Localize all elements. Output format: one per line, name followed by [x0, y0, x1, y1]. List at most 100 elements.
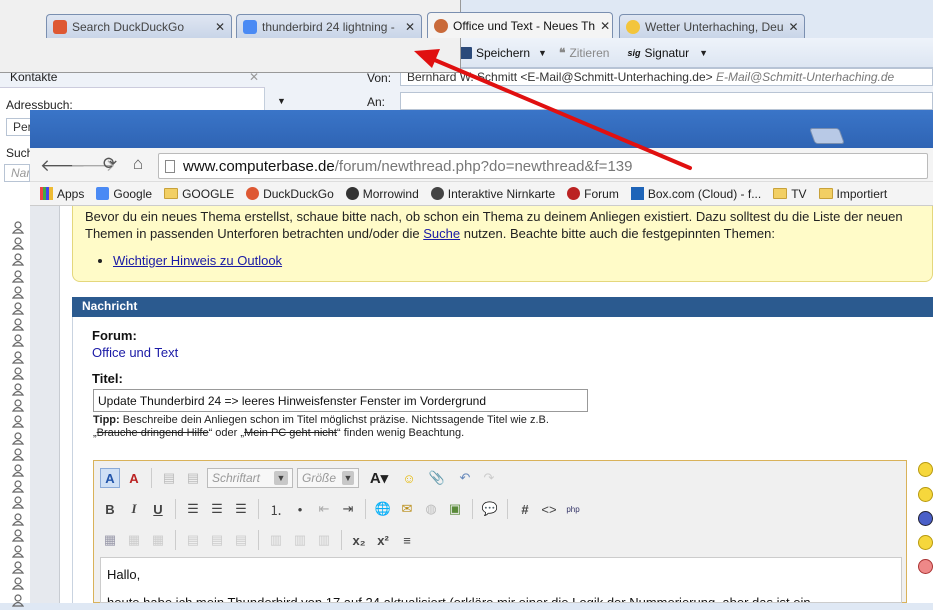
superscript-icon[interactable]: x² — [373, 530, 393, 550]
bookmark-morrowind[interactable]: Morrowind — [345, 187, 419, 201]
contact-person-icon[interactable] — [11, 399, 25, 412]
italic-icon[interactable]: I — [124, 499, 144, 519]
insert-image-icon[interactable]: ▣ — [445, 499, 465, 519]
contacts-search-input[interactable]: Nar — [4, 164, 30, 182]
contact-person-icon[interactable] — [11, 480, 25, 493]
bookmark-nirnkarte[interactable]: Interaktive Nirnkarte — [430, 187, 555, 201]
underline-icon[interactable]: U — [148, 499, 168, 519]
close-tab-icon[interactable]: ✕ — [789, 20, 799, 34]
contact-person-icon[interactable] — [11, 448, 25, 461]
wrap-php-icon[interactable]: php — [563, 499, 583, 519]
contact-person-icon[interactable] — [11, 545, 25, 558]
close-tab-icon[interactable]: ✕ — [215, 20, 225, 34]
smiley-cool-icon[interactable] — [918, 511, 933, 526]
align-center-icon[interactable]: ☰ — [207, 499, 227, 519]
numbered-list-icon[interactable]: ⒈ — [266, 499, 286, 519]
bookmark-duckduckgo[interactable]: DuckDuckGo — [246, 187, 334, 201]
close-tab-icon[interactable]: ✕ — [600, 19, 610, 33]
contact-person-icon[interactable] — [11, 577, 25, 590]
search-link[interactable]: Suche — [423, 226, 460, 241]
smiley-love-icon[interactable] — [918, 559, 933, 574]
contact-person-icon[interactable] — [11, 383, 25, 396]
insert-email-icon[interactable]: ✉ — [397, 499, 417, 519]
outlook-notice-link[interactable]: Wichtiger Hinweis zu Outlook — [113, 253, 282, 268]
contact-person-icon[interactable] — [11, 350, 25, 364]
delete-table-icon[interactable]: ▦ — [148, 530, 168, 550]
horizontal-rule-icon[interactable]: ≡ — [397, 530, 417, 550]
back-icon[interactable]: 🡐 — [40, 156, 86, 176]
delete-row-icon[interactable]: ▤ — [231, 530, 251, 550]
signature-button[interactable]: sig Signatur — [627, 46, 689, 60]
contact-person-icon[interactable] — [11, 253, 25, 266]
bullet-list-icon[interactable]: • — [290, 499, 310, 519]
tab-weather[interactable]: Wetter Unterhaching, Deu ✕ — [619, 14, 805, 38]
delete-col-icon[interactable]: ▥ — [314, 530, 334, 550]
bookmark-apps[interactable]: Apps — [40, 187, 84, 201]
align-right-icon[interactable]: ☰ — [231, 499, 251, 519]
title-input[interactable]: Update Thunderbird 24 => leeres Hinweisf… — [93, 389, 588, 412]
smiley-grin-icon[interactable] — [918, 487, 933, 502]
insert-row-above-icon[interactable]: ▤ — [183, 530, 203, 550]
contact-person-icon[interactable] — [11, 415, 25, 428]
recipient-type-dropdown[interactable]: ▼ — [277, 96, 286, 106]
contact-person-icon[interactable] — [11, 367, 25, 380]
text-color-icon[interactable]: A▾ — [363, 468, 395, 488]
redo-icon[interactable]: ↷ — [479, 468, 499, 488]
save-button[interactable]: Speichern — [460, 46, 530, 60]
contact-person-icon[interactable] — [11, 318, 25, 331]
bold-icon[interactable]: B — [100, 499, 120, 519]
paste-text-icon[interactable]: ▤ — [183, 468, 203, 488]
align-left-icon[interactable]: ☰ — [183, 499, 203, 519]
close-tab-icon[interactable]: ✕ — [405, 20, 415, 34]
contact-person-icon[interactable] — [11, 512, 25, 526]
contact-person-icon[interactable] — [11, 334, 25, 347]
tab-duckduckgo[interactable]: Search DuckDuckGo ✕ — [46, 14, 232, 38]
forward-icon[interactable]: 🡒 — [70, 156, 116, 176]
contact-person-icon[interactable] — [11, 561, 25, 574]
tab-computerbase[interactable]: Office und Text - Neues Th ✕ — [427, 12, 613, 38]
message-textarea[interactable]: Hallo, heute habe ich mein Thunderbird v… — [100, 557, 902, 603]
insert-link-icon[interactable]: 🌐 — [373, 499, 393, 519]
contact-person-icon[interactable] — [11, 496, 25, 509]
wrap-code-icon[interactable]: # — [515, 499, 535, 519]
insert-col-left-icon[interactable]: ▥ — [266, 530, 286, 550]
subscript-icon[interactable]: x₂ — [349, 530, 369, 550]
save-dropdown-icon[interactable]: ▼ — [538, 48, 547, 58]
remove-link-icon[interactable]: ◍ — [421, 499, 441, 519]
font-size-select[interactable]: Größe ▼ — [297, 468, 359, 488]
smiley-icon[interactable]: ☺ — [399, 468, 419, 488]
attachment-icon[interactable]: 📎 — [423, 468, 451, 488]
contact-person-icon[interactable] — [11, 529, 25, 542]
reload-icon[interactable]: ⟳ — [100, 154, 120, 174]
paste-icon[interactable]: ▤ — [159, 468, 179, 488]
to-field[interactable] — [400, 92, 933, 110]
home-icon[interactable]: ⌂ — [128, 154, 148, 174]
contact-person-icon[interactable] — [11, 302, 25, 315]
smiley-wink-icon[interactable] — [918, 535, 933, 550]
quote-button[interactable]: ❝ Zitieren — [559, 46, 609, 60]
tab-google-search[interactable]: thunderbird 24 lightning - ✕ — [236, 14, 422, 38]
insert-col-right-icon[interactable]: ▥ — [290, 530, 310, 550]
address-bar[interactable]: www.computerbase.de/forum/newthread.php?… — [158, 153, 928, 179]
bookmark-google[interactable]: Google — [96, 187, 152, 201]
table-icon[interactable]: ▦ — [100, 530, 120, 550]
quote-icon[interactable]: 💬 — [480, 499, 500, 519]
bookmark-folder-google[interactable]: GOOGLE — [164, 187, 234, 201]
bookmark-forum[interactable]: Forum — [567, 187, 619, 201]
outdent-icon[interactable]: ⇤ — [314, 499, 334, 519]
font-family-select[interactable]: Schriftart ▼ — [207, 468, 293, 488]
table-properties-icon[interactable]: ▦ — [124, 530, 144, 550]
bookmark-folder-importiert[interactable]: Importiert — [818, 187, 887, 201]
undo-icon[interactable]: ↶ — [455, 468, 475, 488]
remove-format-icon[interactable]: A — [124, 468, 144, 488]
contact-person-icon[interactable] — [11, 269, 25, 283]
contact-person-icon[interactable] — [11, 593, 25, 607]
contact-person-icon[interactable] — [11, 464, 25, 477]
contact-person-icon[interactable] — [11, 221, 25, 234]
wrap-html-icon[interactable]: <> — [539, 499, 559, 519]
indent-icon[interactable]: ⇥ — [338, 499, 358, 519]
from-field[interactable]: Bernhard W. Schmitt <E-Mail@Schmitt-Unte… — [400, 68, 933, 86]
contact-person-icon[interactable] — [11, 431, 25, 445]
new-tab-button[interactable] — [809, 128, 845, 144]
insert-row-below-icon[interactable]: ▤ — [207, 530, 227, 550]
